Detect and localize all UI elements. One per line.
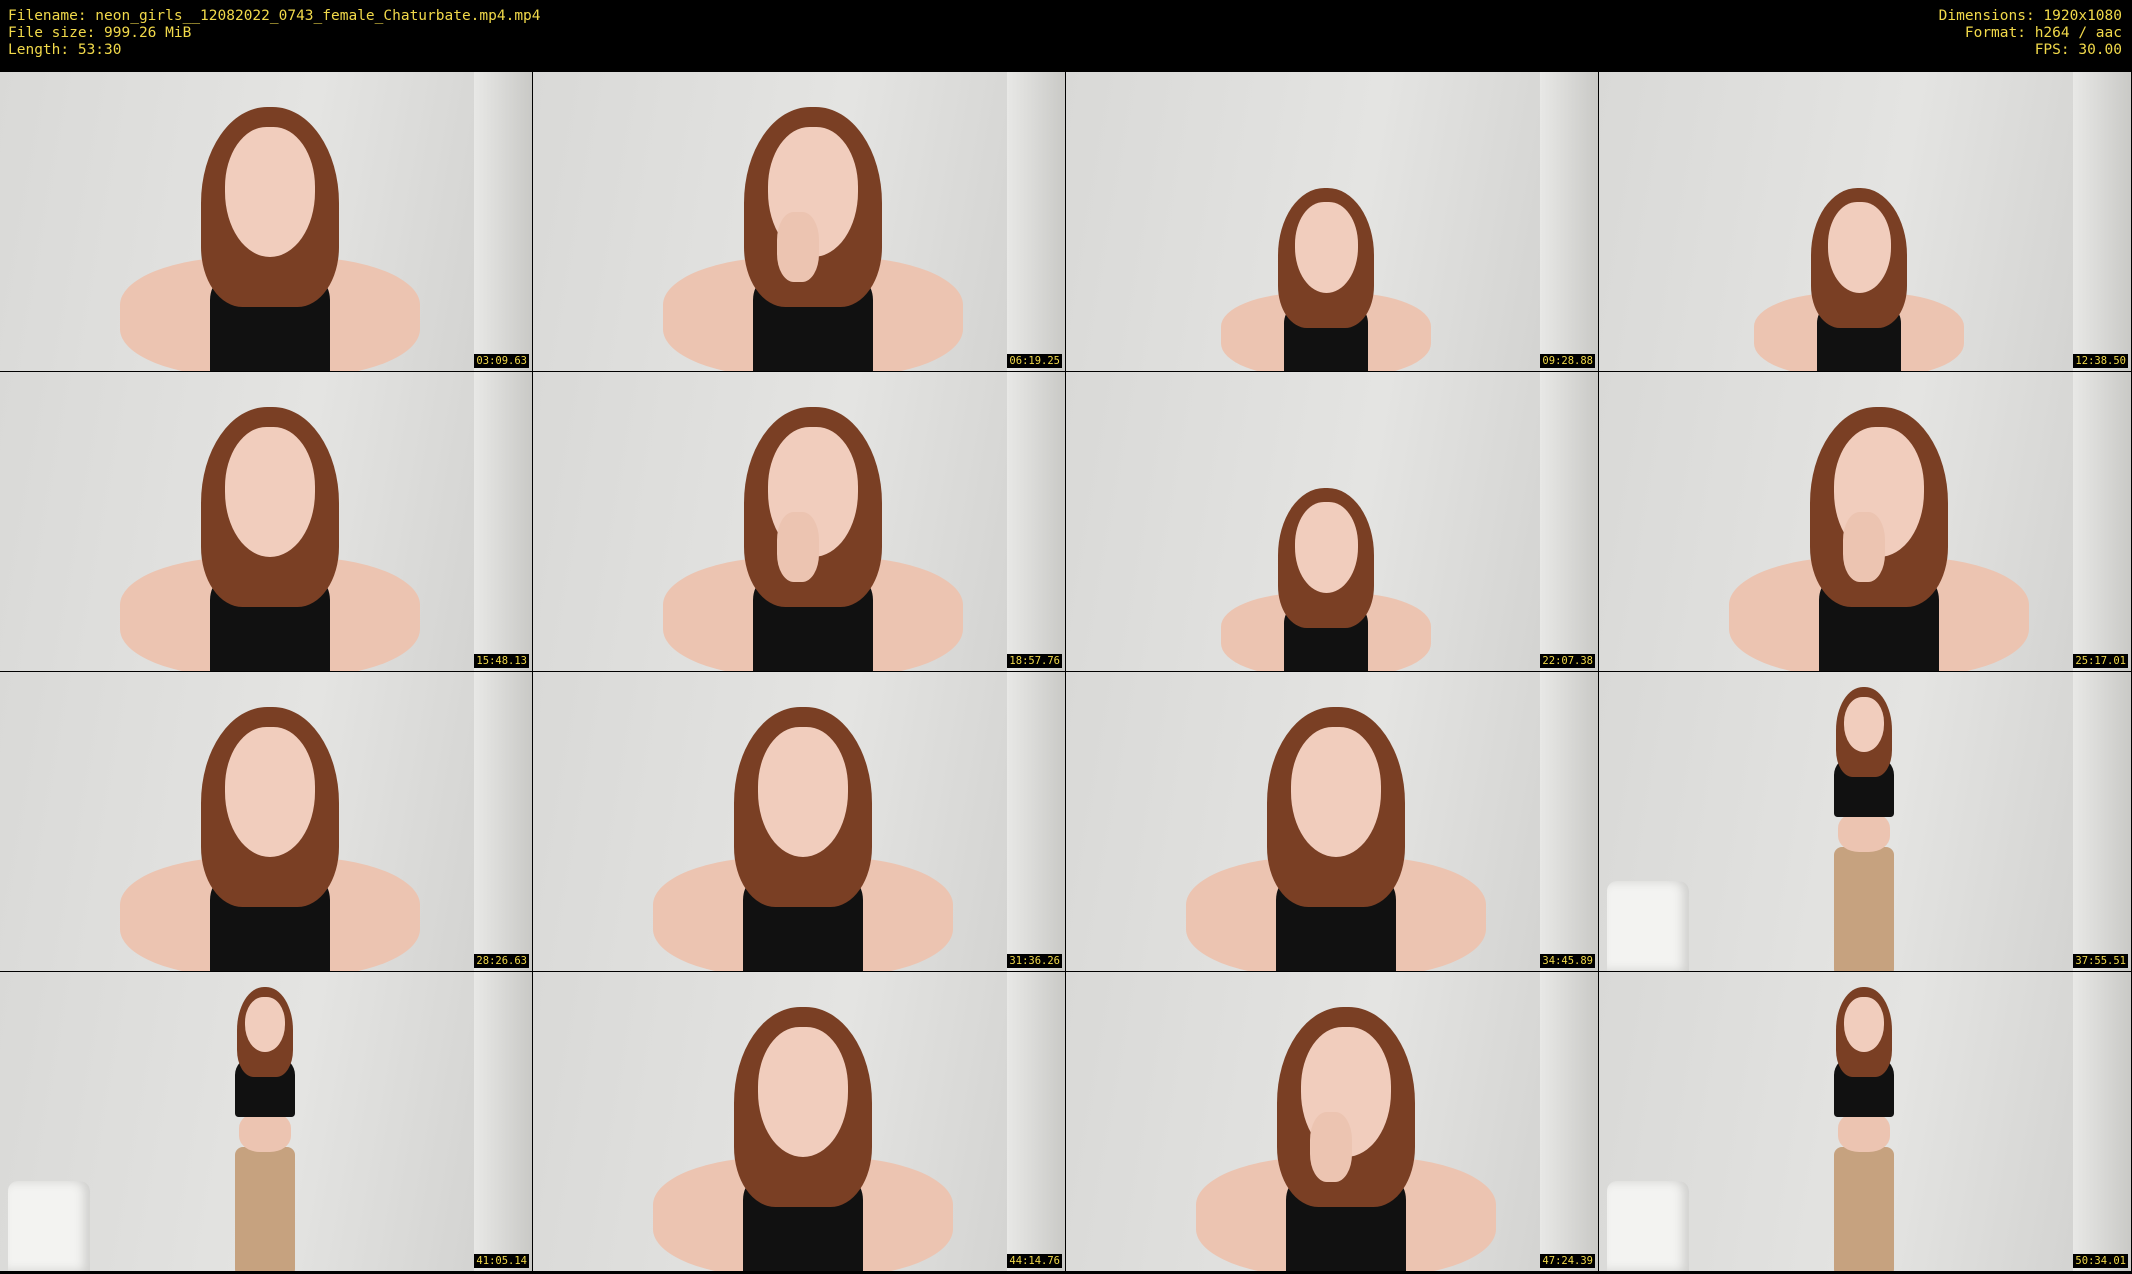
wall-edge [1007, 72, 1065, 371]
video-thumbnail[interactable]: 03:09.63 [0, 72, 532, 371]
video-thumbnail[interactable]: 47:24.39 [1066, 972, 1598, 1271]
timestamp-label: 50:34.01 [2073, 1254, 2128, 1268]
timestamp-label: 31:36.26 [1007, 954, 1062, 968]
video-thumbnail[interactable]: 44:14.76 [533, 972, 1065, 1271]
video-thumbnail[interactable]: 34:45.89 [1066, 672, 1598, 971]
person-figure [1221, 474, 1431, 671]
video-thumbnail[interactable]: 41:05.14 [0, 972, 532, 1271]
hand [1310, 1112, 1352, 1182]
timestamp-label: 09:28.88 [1540, 354, 1595, 368]
white-chair [1607, 881, 1689, 971]
person-figure [1754, 174, 1964, 371]
wall-edge [1007, 972, 1065, 1271]
wall-edge [1540, 672, 1598, 971]
video-thumbnail[interactable]: 18:57.76 [533, 372, 1065, 671]
dimensions-text: Dimensions: 1920x1080 [1938, 8, 2122, 24]
wall-edge [2073, 72, 2131, 371]
person-figure [183, 977, 348, 1271]
video-thumbnail[interactable]: 06:19.25 [533, 72, 1065, 371]
video-thumbnail[interactable]: 37:55.51 [1599, 672, 2131, 971]
person-figure [653, 687, 953, 971]
timestamp-label: 18:57.76 [1007, 654, 1062, 668]
timestamp-label: 47:24.39 [1540, 1254, 1595, 1268]
video-thumbnail[interactable]: 28:26.63 [0, 672, 532, 971]
timestamp-label: 25:17.01 [2073, 654, 2128, 668]
filesize-text: File size: 999.26 MiB [8, 25, 192, 41]
timestamp-label: 06:19.25 [1007, 354, 1062, 368]
format-text: Format: h264 / aac [1964, 25, 2122, 41]
face [225, 427, 315, 557]
timestamp-label: 37:55.51 [2073, 954, 2128, 968]
wall-edge [1540, 972, 1598, 1271]
wall-edge [474, 972, 532, 1271]
timestamp-label: 15:48.13 [474, 654, 529, 668]
face [1294, 202, 1358, 293]
person-figure [663, 87, 963, 371]
wall-edge [1007, 372, 1065, 671]
video-thumbnail[interactable]: 12:38.50 [1599, 72, 2131, 371]
person-figure [120, 87, 420, 371]
person-figure [653, 987, 953, 1271]
video-thumbnail[interactable]: 09:28.88 [1066, 72, 1598, 371]
face [1844, 697, 1884, 752]
timestamp-label: 34:45.89 [1540, 954, 1595, 968]
pants [235, 1147, 295, 1271]
video-thumbnail[interactable]: 15:48.13 [0, 372, 532, 671]
wall-edge [474, 72, 532, 371]
timestamp-label: 22:07.38 [1540, 654, 1595, 668]
hand [777, 512, 819, 582]
wall-edge [1007, 672, 1065, 971]
video-thumbnail[interactable]: 25:17.01 [1599, 372, 2131, 671]
timestamp-label: 28:26.63 [474, 954, 529, 968]
torso [1837, 812, 1891, 852]
person-figure [120, 387, 420, 671]
face [1291, 727, 1381, 857]
face [1827, 202, 1891, 293]
video-thumbnail[interactable]: 50:34.01 [1599, 972, 2131, 1271]
hand [777, 212, 819, 282]
pants [1834, 1147, 1894, 1271]
face [758, 727, 848, 857]
timestamp-label: 03:09.63 [474, 354, 529, 368]
wall-edge [474, 372, 532, 671]
person-figure [1782, 977, 1947, 1271]
person-figure [1186, 687, 1486, 971]
face [225, 727, 315, 857]
wall-edge [2073, 372, 2131, 671]
timestamp-label: 41:05.14 [474, 1254, 529, 1268]
face [245, 997, 285, 1052]
wall-edge [2073, 972, 2131, 1271]
file-info: Filename: neon_girls__12082022_0743_fema… [8, 8, 541, 59]
person-figure [1729, 387, 2029, 671]
wall-edge [474, 672, 532, 971]
video-thumbnail[interactable]: 31:36.26 [533, 672, 1065, 971]
person-figure [1221, 174, 1431, 371]
person-figure [663, 387, 963, 671]
pants [1834, 847, 1894, 971]
video-info: Dimensions: 1920x1080 Format: h264 / aac F… [1939, 8, 2122, 59]
torso [1837, 1112, 1891, 1152]
video-thumbnail[interactable]: 22:07.38 [1066, 372, 1598, 671]
fps-text: FPS: 30.00 [2034, 42, 2122, 58]
timestamp-label: 44:14.76 [1007, 1254, 1062, 1268]
torso [238, 1112, 292, 1152]
wall-edge [2073, 672, 2131, 971]
thumbnail-grid: 03:09.63 06:19.25 09:28.88 12:38.50 15:48.13… [0, 72, 2132, 1274]
hand [1843, 512, 1885, 582]
face [758, 1027, 848, 1157]
person-figure [1196, 987, 1496, 1271]
info-header: Filename: neon_girls__12082022_0743_fema… [0, 0, 2132, 72]
face [1294, 502, 1358, 593]
filename-text: Filename: neon_girls__12082022_0743_fema… [8, 8, 541, 24]
face [225, 127, 315, 257]
person-figure [1782, 677, 1947, 971]
face [1844, 997, 1884, 1052]
length-text: Length: 53:30 [8, 42, 122, 58]
wall-edge [1540, 72, 1598, 371]
timestamp-label: 12:38.50 [2073, 354, 2128, 368]
wall-edge [1540, 372, 1598, 671]
white-chair [1607, 1181, 1689, 1271]
white-chair [8, 1181, 90, 1271]
person-figure [120, 687, 420, 971]
